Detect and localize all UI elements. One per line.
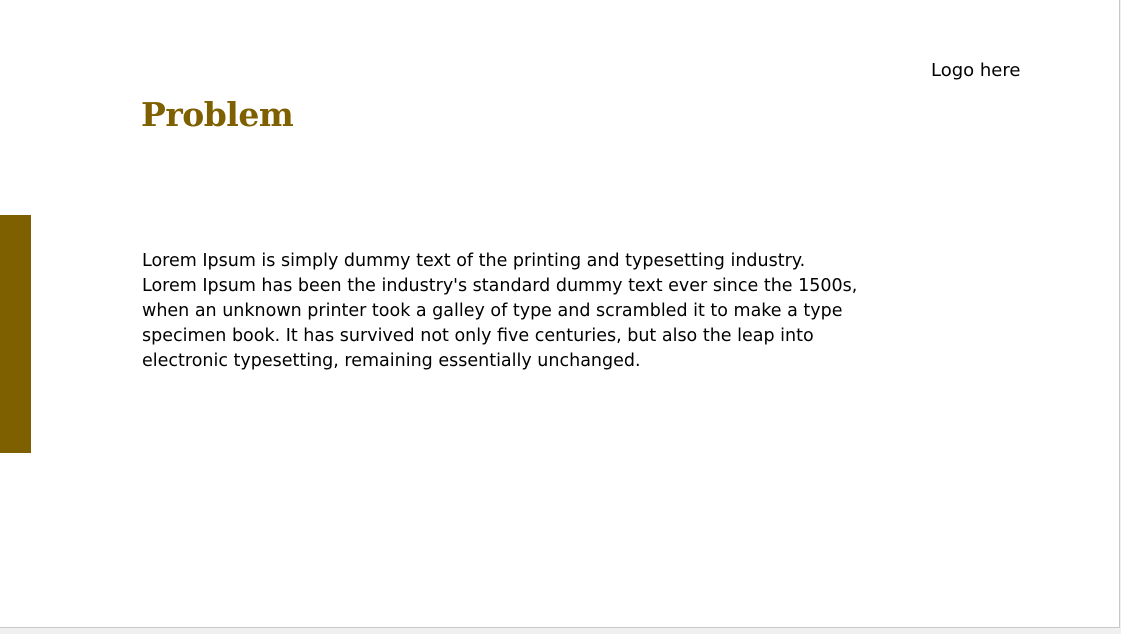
body-line: electronic typesetting, remaining essent… [142,351,641,371]
body-line: specimen book. It has survived not only … [142,326,814,346]
body-line: Lorem Ipsum has been the industry's stan… [142,276,858,296]
body-line: when an unknown printer took a galley of… [142,301,843,321]
logo-placeholder: Logo here [931,60,1021,81]
body-line: Lorem Ipsum is simply dummy text of the … [142,251,806,271]
body-paragraph: Lorem Ipsum is simply dummy text of the … [142,249,858,374]
slide-canvas: Logo here Problem Lorem Ipsum is simply … [0,0,1120,628]
slide-title: Problem [141,95,294,134]
accent-bar [0,215,31,453]
